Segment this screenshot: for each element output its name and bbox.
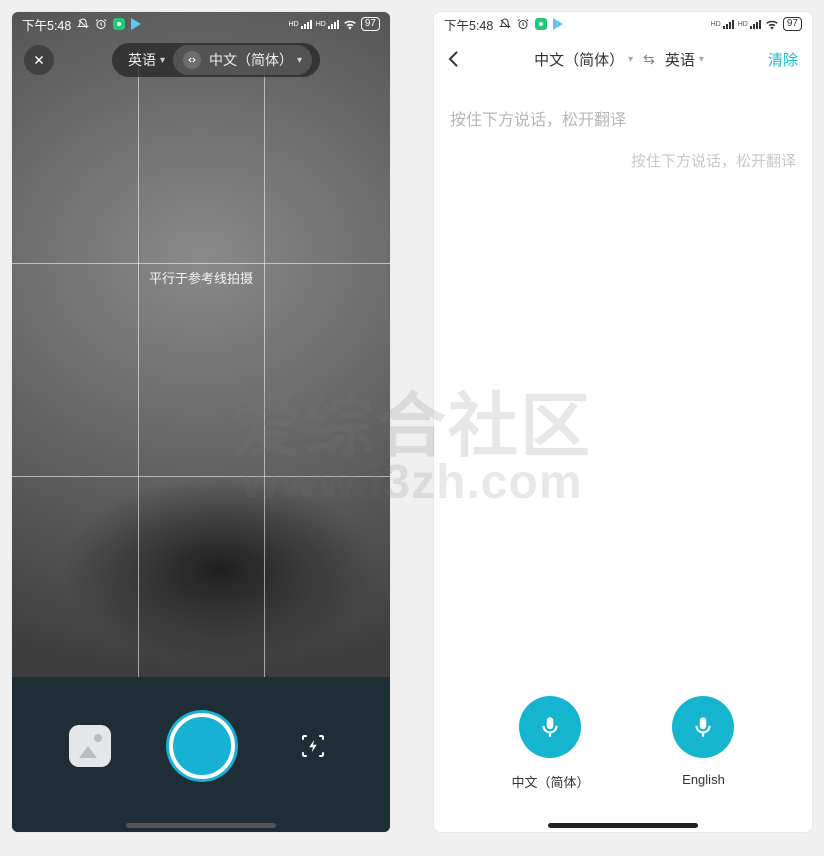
clear-button[interactable]: 清除 [768, 49, 798, 70]
camera-bottom-bar [12, 677, 390, 832]
status-bar: 下午5:48 HD HD [434, 12, 812, 36]
source-language-selector[interactable]: 中文（简体） ▾ [534, 49, 633, 70]
target-language-selector[interactable]: 英语 ▾ [665, 49, 704, 70]
close-button[interactable] [24, 45, 54, 75]
swap-languages-button[interactable]: ⇆ [641, 51, 657, 68]
target-output-placeholder: 按住下方说话，松开翻译 [450, 150, 796, 171]
play-store-icon [131, 18, 141, 30]
signal-icon [328, 19, 339, 29]
chevron-down-icon: ▾ [160, 55, 165, 66]
alarm-icon [517, 18, 529, 30]
status-time: 下午5:48 [22, 15, 71, 34]
voice-top-bar: 中文（简体） ▾ ⇆ 英语 ▾ 清除 [434, 36, 812, 82]
language-selector-group: 中文（简体） ▾ ⇆ 英语 ▾ [534, 49, 704, 70]
status-time: 下午5:48 [444, 15, 493, 34]
signal-icon [301, 19, 312, 29]
flash-toggle-button[interactable] [293, 726, 333, 766]
target-language-label: 中文（简体） [209, 50, 293, 70]
signal-icon [750, 19, 761, 29]
mic-button-target[interactable] [672, 696, 734, 758]
voice-translate-screen: 下午5:48 HD HD [434, 12, 812, 832]
language-selector-pill: 英语 ▾ 中文（简体） ▾ [112, 43, 320, 77]
status-bar: 下午5:48 HD HD [12, 12, 390, 36]
battery-indicator: 97 [361, 17, 380, 31]
camera-translate-screen: 下午5:48 HD HD [12, 12, 390, 832]
do-not-disturb-icon [499, 18, 511, 30]
wifi-icon [343, 19, 357, 30]
signal-icon [723, 19, 734, 29]
chevron-down-icon: ▾ [297, 55, 302, 66]
app-indicator-icon [113, 18, 125, 30]
do-not-disturb-icon [77, 18, 89, 30]
swap-languages-icon [183, 51, 201, 69]
alarm-icon [95, 18, 107, 30]
camera-alignment-hint: 平行于参考线拍摄 [12, 268, 390, 287]
target-language-chip[interactable]: 中文（简体） ▾ [173, 45, 312, 75]
battery-indicator: 97 [783, 17, 802, 31]
shutter-button[interactable] [169, 713, 235, 779]
source-language-label: 中文（简体） [534, 49, 624, 70]
target-language-label: 英语 [665, 49, 695, 70]
voice-bottom-bar: 中文（简体） English [434, 696, 812, 832]
wifi-icon [765, 19, 779, 30]
back-button[interactable] [448, 50, 470, 68]
source-language-label: 英语 [128, 50, 156, 70]
mic-target-label: English [682, 772, 725, 787]
gallery-button[interactable] [69, 725, 111, 767]
chevron-down-icon: ▾ [628, 54, 633, 65]
home-indicator[interactable] [126, 823, 276, 828]
play-store-icon [553, 18, 563, 30]
home-indicator[interactable] [548, 823, 698, 828]
app-indicator-icon [535, 18, 547, 30]
mic-button-source[interactable] [519, 696, 581, 758]
mic-source-label: 中文（简体） [511, 772, 589, 791]
chevron-down-icon: ▾ [699, 54, 704, 65]
source-input-placeholder: 按住下方说话，松开翻译 [450, 106, 796, 130]
source-language-chip[interactable]: 英语 ▾ [120, 46, 173, 74]
translation-body: 按住下方说话，松开翻译 按住下方说话，松开翻译 [434, 82, 812, 195]
